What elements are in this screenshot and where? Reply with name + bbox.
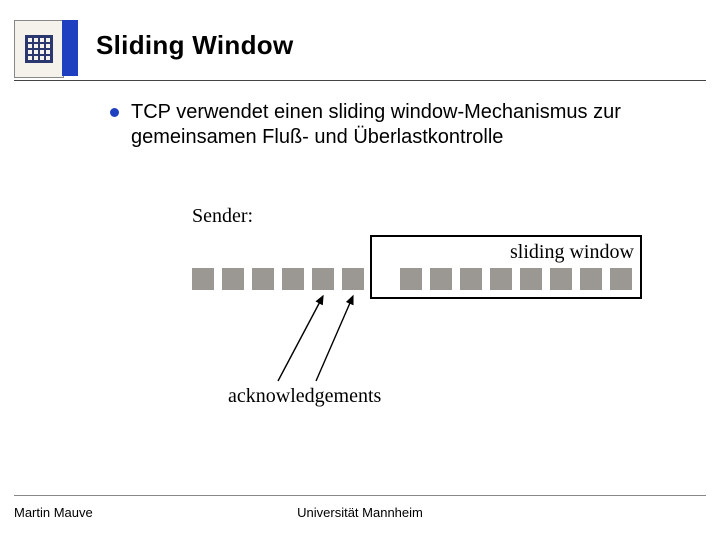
packet-row <box>192 268 632 290</box>
footer-divider <box>14 495 706 496</box>
logo-glyph <box>25 35 53 63</box>
ack-label: acknowledgements <box>228 385 381 408</box>
packet <box>312 268 334 290</box>
packet <box>550 268 572 290</box>
page-title: Sliding Window <box>96 30 294 61</box>
packet <box>400 268 422 290</box>
packet <box>430 268 452 290</box>
bullet-icon <box>110 108 119 117</box>
packet <box>580 268 602 290</box>
title-accent-bar <box>62 20 78 76</box>
packet <box>520 268 542 290</box>
packet <box>282 268 304 290</box>
sender-label: Sender: <box>192 205 253 228</box>
packet <box>222 268 244 290</box>
packet <box>192 268 214 290</box>
packet <box>610 268 632 290</box>
packet <box>342 268 364 290</box>
packet <box>490 268 512 290</box>
packet <box>252 268 274 290</box>
slide: Sliding Window TCP verwendet einen slidi… <box>0 0 720 540</box>
bullet-text: TCP verwendet einen sliding window-Mecha… <box>131 100 680 150</box>
sliding-window-caption: sliding window <box>510 241 634 264</box>
title-divider <box>14 80 706 81</box>
university-logo <box>14 20 64 78</box>
footer-affiliation: Universität Mannheim <box>0 505 720 520</box>
packet-gap <box>372 268 392 290</box>
packet <box>460 268 482 290</box>
bullet-item: TCP verwendet einen sliding window-Mecha… <box>110 100 680 150</box>
sliding-window-diagram: Sender: sliding window <box>0 205 720 415</box>
